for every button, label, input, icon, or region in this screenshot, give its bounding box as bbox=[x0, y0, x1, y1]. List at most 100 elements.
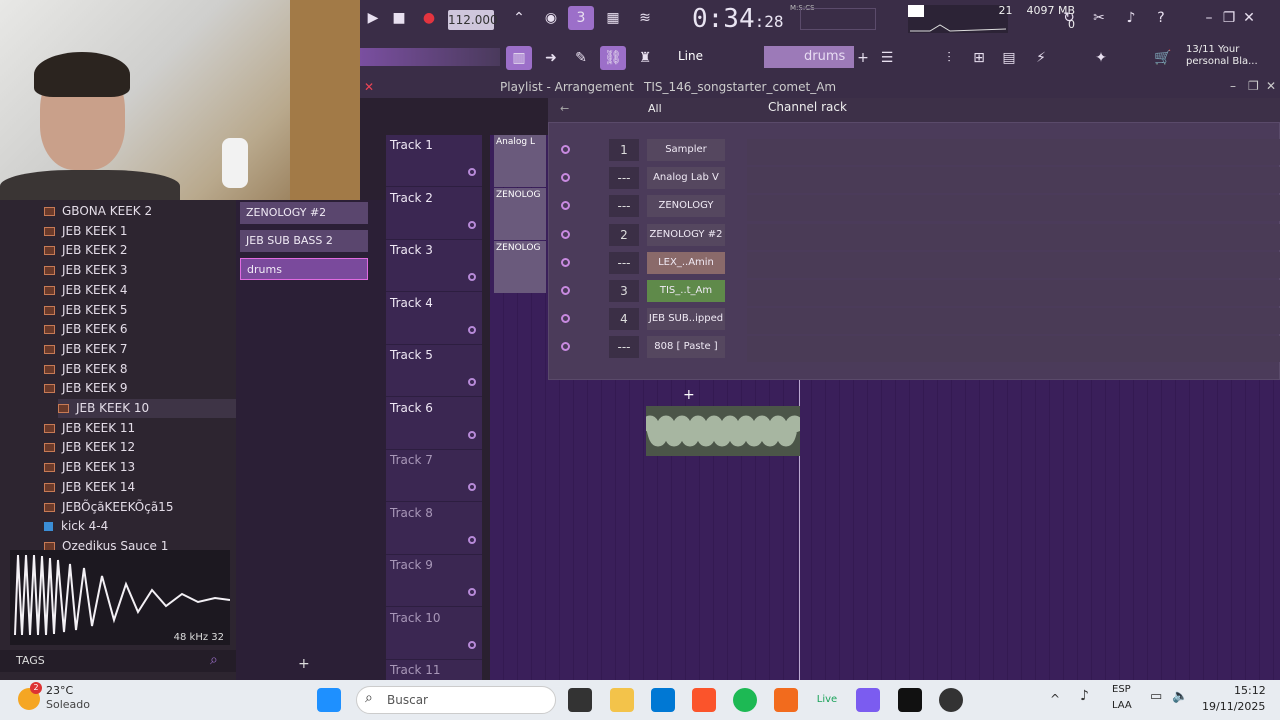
browser-item[interactable]: JEB KEEK 6 bbox=[44, 320, 128, 339]
snap-mode-label[interactable]: Line bbox=[678, 49, 703, 63]
channel-mixer-track[interactable]: --- bbox=[609, 251, 639, 274]
channel-name-button[interactable]: ZENOLOGY bbox=[647, 195, 725, 218]
browser-item[interactable]: JEBÕçãKEEKÕçã15 bbox=[44, 498, 173, 517]
refresh-icon[interactable]: ↻ bbox=[1056, 6, 1082, 30]
channel-mixer-track[interactable]: --- bbox=[609, 336, 639, 359]
add-channel-icon[interactable]: + bbox=[683, 387, 695, 403]
play-icon[interactable]: ▶ bbox=[360, 6, 386, 30]
copilot-icon[interactable] bbox=[856, 688, 880, 712]
channel-mixer-track[interactable]: --- bbox=[609, 195, 639, 218]
channel-steps[interactable] bbox=[747, 308, 1280, 335]
live-icon[interactable]: Live bbox=[815, 688, 839, 712]
pencil-icon[interactable]: ✎ bbox=[568, 46, 594, 70]
playlist-restore-icon[interactable]: ❐ bbox=[1248, 79, 1259, 93]
back-icon[interactable]: ← bbox=[560, 102, 569, 115]
clock-date[interactable]: 19/11/2025 bbox=[1202, 700, 1265, 713]
channel-steps[interactable] bbox=[747, 336, 1280, 363]
start-icon[interactable] bbox=[317, 688, 341, 712]
channel-name-button[interactable]: ZENOLOGY #2 bbox=[647, 223, 725, 246]
browser-item[interactable]: kick 4-4 bbox=[44, 517, 108, 536]
piano-roll-icon[interactable]: ▥ bbox=[506, 46, 532, 70]
channel-led-icon[interactable] bbox=[561, 286, 570, 295]
track-header[interactable]: Track 8 bbox=[386, 503, 482, 555]
recorder-icon[interactable] bbox=[939, 688, 963, 712]
pattern-clip[interactable]: ZENOLOG bbox=[494, 241, 546, 293]
channel-mixer-track[interactable]: 4 bbox=[609, 308, 639, 331]
pattern-clip[interactable]: ZENOLOG bbox=[494, 188, 546, 240]
countdown-icon[interactable]: 3 bbox=[568, 6, 594, 30]
channel-led-icon[interactable] bbox=[561, 145, 570, 154]
channel-name-button[interactable]: 808 [ Paste ] bbox=[647, 336, 725, 359]
store-icon[interactable] bbox=[651, 688, 675, 712]
file-explorer-icon[interactable] bbox=[610, 688, 634, 712]
network-icon[interactable]: ▭ bbox=[1150, 689, 1162, 704]
cart-icon[interactable]: 🛒 bbox=[1150, 46, 1176, 70]
channel-led-icon[interactable] bbox=[561, 257, 570, 267]
clock-time[interactable]: 15:12 bbox=[1234, 684, 1266, 697]
track-header[interactable]: Track 10 bbox=[386, 608, 482, 660]
track-mute-icon[interactable] bbox=[468, 273, 476, 281]
browser-item[interactable]: JEB KEEK 5 bbox=[44, 301, 128, 320]
pattern-clip[interactable]: Analog L bbox=[494, 135, 546, 187]
metronome-icon[interactable]: ⌃ bbox=[506, 6, 532, 30]
browser-item[interactable]: JEB KEEK 7 bbox=[44, 340, 128, 359]
browser-item[interactable]: JEB KEEK 4 bbox=[44, 281, 128, 300]
track-mute-icon[interactable] bbox=[468, 483, 476, 491]
plugin-icon[interactable]: ⚡ bbox=[1028, 46, 1054, 70]
chevron-up-icon[interactable]: ^ bbox=[1050, 692, 1060, 706]
channel-mixer-track[interactable]: 2 bbox=[609, 223, 639, 246]
browser-item[interactable]: GBONA KEEK 2 bbox=[44, 202, 152, 221]
add-icon[interactable]: + bbox=[298, 656, 310, 672]
blend-notes-icon[interactable]: ≋ bbox=[632, 6, 658, 30]
track-header[interactable]: Track 9 bbox=[386, 555, 482, 607]
channel-mixer-track[interactable]: 3 bbox=[609, 280, 639, 302]
picker-item[interactable]: JEB SUB BASS 2 [clipped] bbox=[240, 230, 368, 269]
channel-name-button[interactable]: JEB SUB..ipped bbox=[647, 308, 725, 331]
browser-item[interactable]: JEB KEEK 2 bbox=[44, 241, 128, 260]
channel-name-button[interactable]: Sampler bbox=[647, 139, 725, 161]
tempo-display[interactable]: 112.000 bbox=[448, 10, 498, 30]
channel-filter[interactable]: All bbox=[648, 102, 662, 115]
arrow-right-icon[interactable]: ➜ bbox=[538, 46, 564, 70]
channel-led-icon[interactable] bbox=[561, 229, 570, 239]
wait-record-icon[interactable]: ◉ bbox=[538, 6, 564, 30]
channel-name-button[interactable]: TIS_..t_Am bbox=[647, 280, 725, 302]
pattern-selector[interactable]: drums bbox=[764, 46, 854, 68]
marketplace-icon[interactable]: ✦ bbox=[1088, 46, 1114, 70]
link-icon[interactable]: ⛓ bbox=[600, 46, 626, 70]
channel-steps[interactable] bbox=[747, 251, 1280, 278]
add-pattern-icon[interactable]: + bbox=[850, 46, 876, 70]
track-mute-icon[interactable] bbox=[468, 535, 476, 544]
browser-icon[interactable]: ▤ bbox=[996, 46, 1022, 70]
browser-item[interactable]: JEB KEEK 9 bbox=[44, 379, 128, 398]
record-icon[interactable]: ● bbox=[416, 6, 442, 30]
picker-item[interactable]: ZENOLOGY #2 bbox=[240, 202, 368, 224]
mic-tray-icon[interactable]: ♪ bbox=[1080, 688, 1089, 704]
brave-icon[interactable] bbox=[692, 688, 716, 712]
browser-item[interactable]: JEB KEEK 1 bbox=[44, 222, 128, 241]
playlist-close-icon[interactable]: ✕ bbox=[1266, 79, 1276, 93]
track-mute-icon[interactable] bbox=[468, 640, 476, 649]
channel-steps[interactable] bbox=[747, 280, 1280, 306]
help-icon[interactable]: ? bbox=[1148, 6, 1174, 30]
track-header[interactable]: Track 5 bbox=[386, 345, 482, 397]
track-mute-icon[interactable] bbox=[468, 430, 476, 439]
language-line-1[interactable]: ESP bbox=[1112, 684, 1131, 695]
language-line-2[interactable]: LAA bbox=[1112, 700, 1132, 711]
browser-item[interactable]: JEB KEEK 14 bbox=[44, 478, 135, 497]
channel-led-icon[interactable] bbox=[561, 201, 570, 211]
channel-steps[interactable] bbox=[747, 195, 1280, 222]
search-box[interactable]: ⌕ Buscar bbox=[356, 686, 556, 714]
channel-steps[interactable] bbox=[747, 139, 1280, 165]
track-header[interactable]: Track 2 bbox=[386, 188, 482, 240]
task-view-icon[interactable] bbox=[568, 688, 592, 712]
spotify-icon[interactable] bbox=[733, 688, 757, 712]
audio-clip[interactable] bbox=[639, 406, 807, 456]
channel-mixer-track[interactable]: --- bbox=[609, 167, 639, 190]
browser-item[interactable]: JEB KEEK 12 bbox=[44, 438, 135, 457]
app-icon[interactable] bbox=[898, 688, 922, 712]
mic-icon[interactable]: ♪ bbox=[1118, 6, 1144, 30]
step-edit-icon[interactable]: ▦ bbox=[600, 6, 626, 30]
stamp-icon[interactable]: ♜ bbox=[632, 46, 658, 70]
playlist-minimize-icon[interactable]: – bbox=[1230, 79, 1236, 93]
